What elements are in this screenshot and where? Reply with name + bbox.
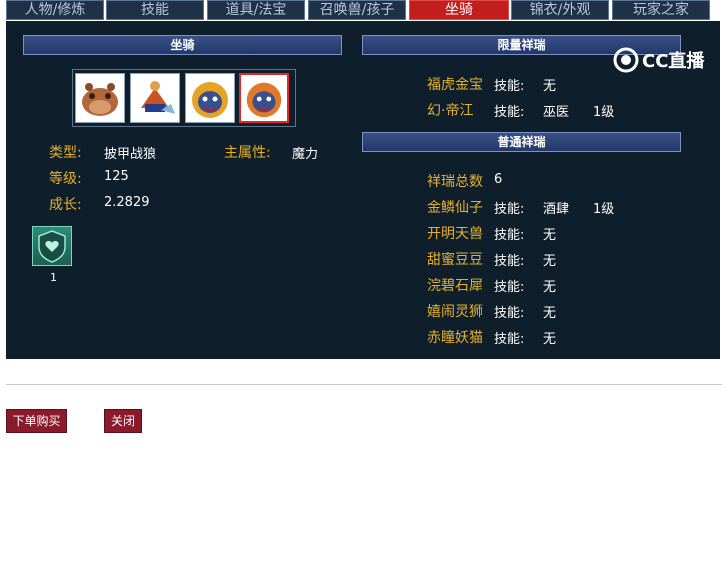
normal-skill-label: 技能: <box>494 306 525 321</box>
tab-mounts[interactable]: 坐骑 <box>409 0 509 20</box>
mount-skill-count: 1 <box>50 271 57 284</box>
normal-skill-label: 技能: <box>494 202 525 217</box>
cc-live-watermark: CC直播 <box>612 45 712 75</box>
mount-skill-slot[interactable] <box>32 226 72 266</box>
tab-character[interactable]: 人物/修炼 <box>6 0 104 20</box>
level-label: 等级: <box>49 171 82 187</box>
mount-section-header: 坐骑 <box>23 35 342 55</box>
type-label: 类型: <box>49 145 82 161</box>
normal-skill-label: 技能: <box>494 254 525 269</box>
mount-portrait-1[interactable] <box>75 73 125 123</box>
watermark-text: CC直播 <box>642 51 705 72</box>
divider <box>6 384 722 385</box>
mount-portrait-4-selected[interactable] <box>239 73 289 123</box>
normal-name: 金鳞仙子 <box>427 200 483 216</box>
close-button[interactable]: 关闭 <box>104 409 142 433</box>
level-value: 125 <box>104 169 129 184</box>
mount-portrait-3[interactable] <box>185 73 235 123</box>
normal-skill-value: 无 <box>543 306 557 321</box>
tab-summons[interactable]: 召唤兽/孩子 <box>308 0 406 20</box>
growth-value: 2.2829 <box>104 195 150 210</box>
normal-name: 开明天兽 <box>427 226 483 242</box>
normal-skill-value: 无 <box>543 280 557 295</box>
mount-panel: 坐骑 类型: 披甲战狼 主属性: 魔力 等级: 125 成长: 2.2829 1… <box>6 21 720 359</box>
main-attribute-label: 主属性: <box>224 145 271 161</box>
limited-name: 幻·帝江 <box>427 103 474 119</box>
normal-section-header: 普通祥瑞 <box>362 132 681 152</box>
normal-name: 嬉闹灵狮 <box>427 304 483 320</box>
mount-portrait-2[interactable] <box>130 73 180 123</box>
heart-shield-icon <box>38 230 66 263</box>
normal-name: 浣碧石犀 <box>427 278 483 294</box>
tab-outfits[interactable]: 锦衣/外观 <box>511 0 609 20</box>
normal-name: 赤瞳妖猫 <box>427 330 483 346</box>
lion-mount-icon <box>192 82 228 118</box>
normal-skill-value: 无 <box>543 254 557 269</box>
normal-total-value: 6 <box>494 172 503 187</box>
normal-name: 甜蜜豆豆 <box>427 252 483 268</box>
tab-bar: 人物/修炼 技能 道具/法宝 召唤兽/孩子 坐骑 锦衣/外观 玩家之家 <box>0 0 726 21</box>
limited-skill-value: 巫医 <box>543 105 570 120</box>
armored-wolf-mount-icon <box>246 82 282 118</box>
hippo-mount-icon <box>82 83 118 116</box>
normal-total-label: 祥瑞总数 <box>427 174 483 190</box>
tab-skills[interactable]: 技能 <box>106 0 204 20</box>
normal-skill-label: 技能: <box>494 332 525 347</box>
normal-skill-level: 1级 <box>593 202 615 217</box>
buy-button[interactable]: 下单购买 <box>6 409 67 433</box>
tab-items[interactable]: 道具/法宝 <box>207 0 305 20</box>
growth-label: 成长: <box>49 197 82 213</box>
tab-home[interactable]: 玩家之家 <box>612 0 710 20</box>
type-value: 披甲战狼 <box>104 147 157 162</box>
main-attribute-value: 魔力 <box>292 147 319 162</box>
mount-portrait-row <box>72 69 296 127</box>
limited-skill-label: 技能: <box>494 105 525 120</box>
limited-skill-level: 1级 <box>593 105 615 120</box>
fox-mount-icon <box>141 81 175 114</box>
normal-skill-value: 无 <box>543 332 557 347</box>
normal-skill-label: 技能: <box>494 280 525 295</box>
limited-name: 福虎金宝 <box>427 77 483 93</box>
limited-skill-value: 无 <box>543 79 557 94</box>
normal-skill-label: 技能: <box>494 228 525 243</box>
limited-skill-label: 技能: <box>494 79 525 94</box>
normal-skill-value: 酒肆 <box>543 202 570 217</box>
normal-skill-value: 无 <box>543 228 557 243</box>
